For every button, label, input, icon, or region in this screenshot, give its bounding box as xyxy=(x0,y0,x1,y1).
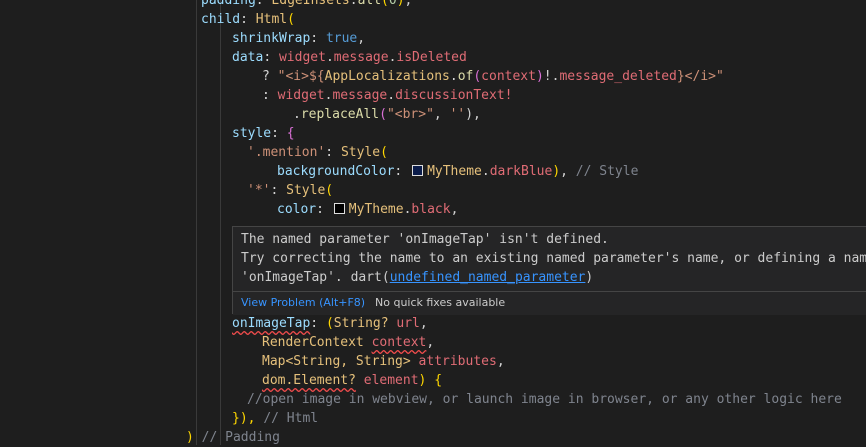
error-source-text: ) xyxy=(585,270,594,285)
token: EdgeInsets xyxy=(271,0,350,8)
error-message: The named parameter 'onImageTap' isn't d… xyxy=(241,232,609,247)
code-line[interactable]: Map<String, String> attributes, xyxy=(262,352,505,371)
token: darkBlue xyxy=(489,164,553,179)
token: child xyxy=(201,12,241,27)
token: ( xyxy=(325,183,334,198)
code-editor[interactable]: padding: EdgeInsets.all(0), child: Html(… xyxy=(0,0,866,445)
token: // Style xyxy=(575,164,639,179)
token: "<br>" xyxy=(386,107,434,122)
token: widget xyxy=(278,50,326,65)
no-quick-fixes-label: No quick fixes available xyxy=(375,296,506,309)
token: }), xyxy=(232,411,256,426)
token: attributes xyxy=(418,354,497,369)
token: padding xyxy=(201,0,256,8)
code-line[interactable]: ) // Padding xyxy=(186,428,280,447)
token: Map<String, String> xyxy=(262,354,411,369)
code-line[interactable]: shrinkWrap: true, xyxy=(232,29,365,48)
token: ? xyxy=(262,69,270,84)
token: '.mention' xyxy=(247,145,326,160)
token: // Padding xyxy=(201,430,280,445)
code-line[interactable]: //open image in webview, or launch image… xyxy=(247,390,842,409)
token: Html xyxy=(255,12,288,27)
token: MyTheme xyxy=(427,164,482,179)
code-line[interactable]: '.mention': Style( xyxy=(247,143,388,162)
token: ), xyxy=(465,107,481,122)
code-line[interactable]: child: Html( xyxy=(201,10,295,29)
token: //open image in webview, or launch image… xyxy=(247,392,842,407)
token: ( xyxy=(287,12,295,27)
token: message xyxy=(333,50,389,65)
indent-guide xyxy=(196,0,197,445)
error-hover-tooltip: The named parameter 'onImageTap' isn't d… xyxy=(232,226,866,315)
token: discussionText! xyxy=(395,88,513,103)
code-line[interactable]: RenderContext context, xyxy=(262,333,434,352)
token: style xyxy=(232,126,272,141)
token: : xyxy=(262,88,270,103)
code-line[interactable]: }), // Html xyxy=(232,409,318,428)
token: url xyxy=(396,316,420,331)
token: '' xyxy=(449,107,466,122)
token: color xyxy=(277,202,317,217)
token: replaceAll xyxy=(300,107,380,122)
token: true xyxy=(325,31,358,46)
token: black xyxy=(411,202,451,217)
code-line[interactable]: onImageTap: (String? url, xyxy=(232,314,428,333)
code-line[interactable]: style: { xyxy=(232,124,295,143)
token: RenderContext xyxy=(262,335,364,350)
error-suggestion: Try correcting the name to an existing n… xyxy=(241,251,866,266)
code-line[interactable]: ? "<i>${AppLocalizations.of(context)!.me… xyxy=(262,67,724,86)
code-line[interactable]: '*': Style( xyxy=(247,181,333,200)
error-source: 'onImageTap'. dart(undefined_named_param… xyxy=(241,268,593,287)
indent-guide xyxy=(220,0,221,445)
color-swatch[interactable] xyxy=(412,165,424,176)
token: '*' xyxy=(247,183,271,198)
code-line[interactable]: padding: EdgeInsets.all(0), xyxy=(201,0,412,10)
token: }</i>" xyxy=(676,69,724,84)
token: all xyxy=(357,0,382,8)
token: ) xyxy=(186,430,194,445)
error-source-text: 'onImageTap'. dart( xyxy=(241,270,390,285)
token: shrinkWrap xyxy=(232,31,311,46)
token: data xyxy=(232,50,264,65)
token: backgroundColor xyxy=(277,164,395,179)
token: 0 xyxy=(388,0,397,8)
token: of xyxy=(457,69,474,84)
color-swatch[interactable] xyxy=(333,203,345,214)
token: Style xyxy=(340,145,381,160)
token: context xyxy=(481,69,536,84)
token: Style xyxy=(286,183,326,198)
code-line[interactable]: dom.Element? element) { xyxy=(262,371,442,390)
error-token[interactable]: onImageTap xyxy=(232,316,310,331)
token: // Html xyxy=(263,411,319,426)
view-problem-button[interactable]: View Problem (Alt+F8) xyxy=(241,292,365,314)
token: widget xyxy=(277,88,325,103)
code-line[interactable]: backgroundColor: MyTheme.darkBlue), // S… xyxy=(277,162,638,181)
token: AppLocalizations xyxy=(324,69,450,84)
token: { xyxy=(286,126,295,141)
token: MyTheme xyxy=(348,202,404,217)
token: isDeleted xyxy=(396,50,467,65)
token: message_deleted xyxy=(559,69,677,84)
error-token[interactable]: context xyxy=(372,335,427,350)
code-line[interactable]: color: MyTheme.black, xyxy=(277,200,458,219)
code-line[interactable]: .replaceAll("<br>", ''), xyxy=(293,105,481,124)
token: String? xyxy=(333,316,389,331)
token: ) { xyxy=(418,373,443,388)
error-code-link[interactable]: undefined_named_parameter xyxy=(390,270,586,285)
token: "<i>${ xyxy=(277,69,325,84)
token: message xyxy=(332,88,388,103)
code-line[interactable]: : widget.message.discussionText! xyxy=(262,86,512,105)
code-line[interactable]: data: widget.message.isDeleted xyxy=(232,48,467,67)
token: element xyxy=(363,373,419,388)
token: ( xyxy=(380,145,388,160)
hover-actions: View Problem (Alt+F8) No quick fixes ava… xyxy=(233,291,866,315)
error-token[interactable]: dom.Element? xyxy=(262,373,356,388)
